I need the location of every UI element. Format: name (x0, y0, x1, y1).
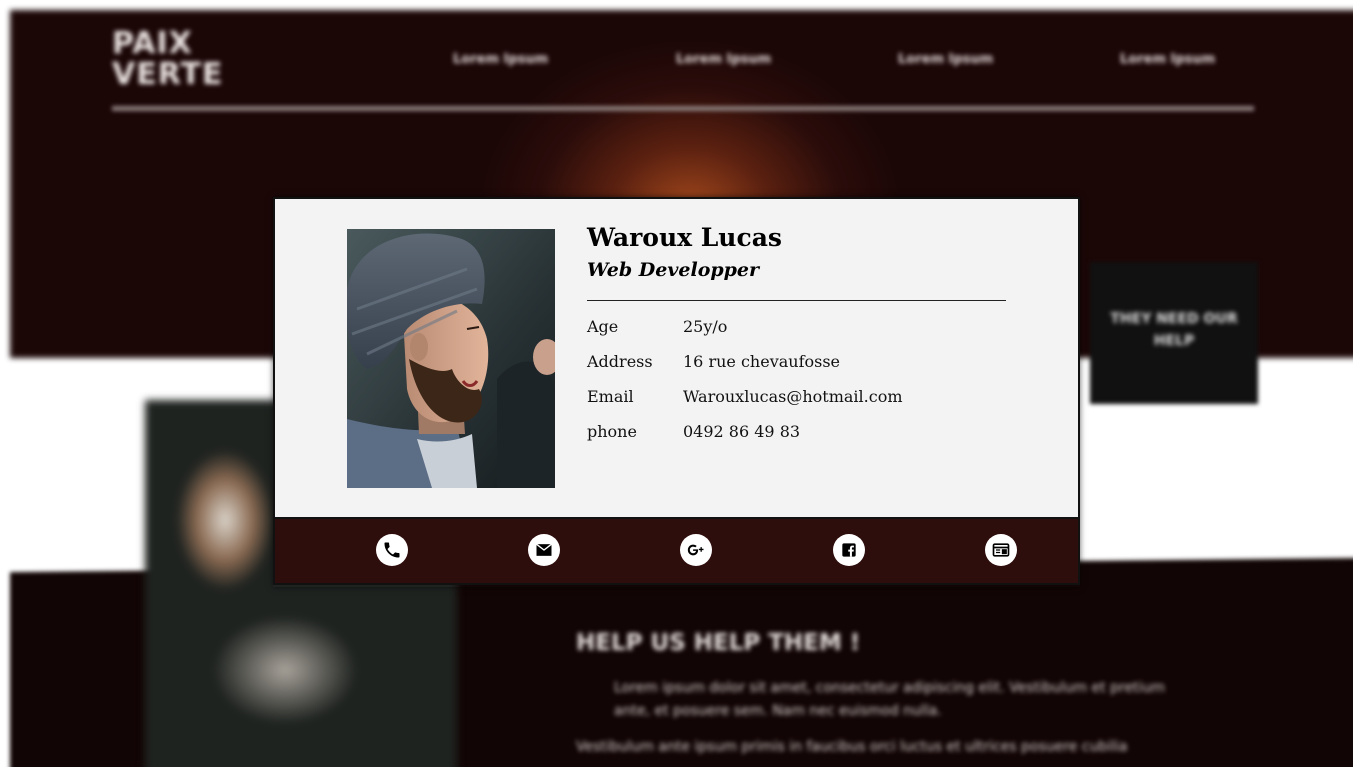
section-heading: HELP US HELP THEM ! (576, 630, 861, 656)
info-label: Email (587, 387, 634, 406)
google-plus-icon (687, 544, 704, 556)
facebook-icon (842, 543, 856, 557)
info-value: 16 rue chevaufosse (683, 352, 841, 371)
info-label: Age (587, 317, 619, 336)
info-label: phone (587, 422, 637, 441)
info-row-address: Address 16 rue chevaufosse (587, 352, 903, 387)
profile-card: Waroux Lucas Web Developper Age 25y/o Ad… (273, 197, 1080, 587)
profile-photo (347, 229, 555, 488)
info-row-age: Age 25y/o (587, 317, 903, 352)
section-paragraph: Lorem ipsum dolor sit amet, consectetur … (614, 680, 1165, 719)
facebook-button[interactable] (833, 534, 865, 566)
portfolio-button[interactable] (985, 534, 1017, 566)
info-value: 0492 86 49 83 (683, 422, 801, 441)
portfolio-icon (992, 543, 1010, 557)
info-value: Warouxlucas@hotmail.com (683, 387, 903, 406)
profile-name: Waroux Lucas (587, 223, 782, 252)
profile-divider (587, 300, 1006, 301)
info-label: Address (587, 352, 653, 371)
main-nav: Lorem Ipsum Lorem Ipsum Lorem Ipsum Lore… (0, 52, 1353, 72)
nav-item[interactable]: Lorem Ipsum (1120, 52, 1215, 67)
nav-item[interactable]: Lorem Ipsum (676, 52, 771, 67)
profile-card-body: Waroux Lucas Web Developper Age 25y/o Ad… (273, 197, 1080, 519)
mail-icon (536, 543, 552, 556)
nav-item[interactable]: Lorem Ipsum (453, 52, 548, 67)
phone-icon (384, 542, 400, 558)
section-paragraph: Vestibulum ante ipsum primis in faucibus… (576, 739, 1128, 755)
profile-job-title: Web Developper (587, 259, 760, 281)
contact-bar (273, 517, 1080, 585)
phone-button[interactable] (376, 534, 408, 566)
nav-item[interactable]: Lorem Ipsum (898, 52, 993, 67)
side-card-text: THEY NEED OUR HELP (1110, 311, 1238, 349)
profile-photo-image (347, 229, 555, 488)
nav-divider (112, 106, 1254, 111)
info-value: 25y/o (683, 317, 728, 336)
info-row-email: Email Warouxlucas@hotmail.com (587, 387, 903, 422)
profile-info: Age 25y/o Address 16 rue chevaufosse Ema… (587, 317, 903, 457)
info-row-phone: phone 0492 86 49 83 (587, 422, 903, 457)
email-button[interactable] (528, 534, 560, 566)
google-plus-button[interactable] (680, 534, 712, 566)
